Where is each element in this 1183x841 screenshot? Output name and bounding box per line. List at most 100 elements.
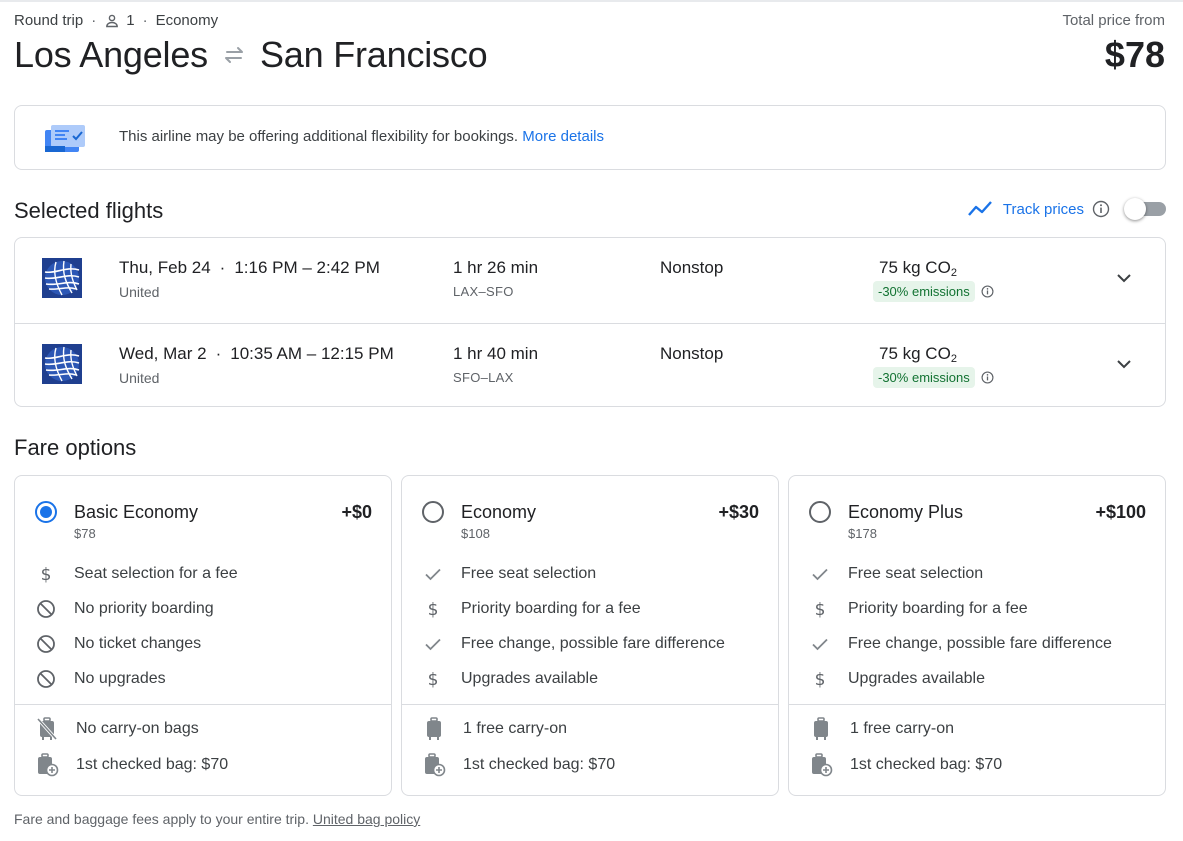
chevron-down-icon[interactable] <box>1114 268 1134 288</box>
carry-on-icon <box>422 717 446 741</box>
separator-dot: · <box>219 258 226 277</box>
fare-price-difference: +$30 <box>718 502 759 522</box>
svg-text:$: $ <box>428 670 439 689</box>
fare-divider <box>15 704 391 705</box>
info-icon[interactable] <box>981 371 994 384</box>
fare-price-difference: +$100 <box>1095 502 1146 522</box>
dollar-icon: $ <box>35 563 57 585</box>
svg-text:$: $ <box>41 565 52 584</box>
fare-feature: $ Priority boarding for a fee <box>789 597 1165 621</box>
track-prices: Track prices <box>967 198 1166 220</box>
person-icon <box>106 14 119 27</box>
baggage-item: 1st checked bag: $70 <box>789 752 1165 778</box>
flight-stops: Nonstop <box>660 258 724 277</box>
fare-radio-button[interactable] <box>809 501 831 523</box>
fare-feature-label: No priority boarding <box>74 600 214 617</box>
fare-feature: Free seat selection <box>402 562 778 586</box>
checked-bag-icon <box>809 753 833 777</box>
co2-subscript: 2 <box>950 353 957 365</box>
fare-card-economy-plus[interactable]: Economy Plus $178 +$100 Free seat selection… <box>788 475 1166 796</box>
fare-feature-label: Free change, possible fare difference <box>848 635 1112 652</box>
svg-text:$: $ <box>815 670 826 689</box>
flight-duration: 1 hr 26 min <box>453 258 539 277</box>
co2-amount: 75 kg CO2 <box>879 258 957 279</box>
fare-divider <box>402 704 778 705</box>
banner-message: This airline may be offering additional … <box>119 128 519 145</box>
fare-footer: Fare and baggage fees apply to your enti… <box>14 811 420 827</box>
baggage-label: No carry-on bags <box>76 720 199 737</box>
flight-schedule: Thu, Feb 24 · 1:16 PM – 2:42 PM <box>119 258 380 278</box>
fare-radio-button[interactable] <box>422 501 444 523</box>
chevron-down-icon[interactable] <box>1114 354 1134 374</box>
baggage-item: 1 free carry-on <box>402 716 778 742</box>
dollar-icon: $ <box>422 668 444 690</box>
flight-times: 10:35 AM – 12:15 PM <box>230 344 394 363</box>
check-icon <box>422 633 444 655</box>
checked-bag-icon <box>422 753 446 777</box>
co2-value: 75 kg CO <box>879 344 951 363</box>
fare-card-economy[interactable]: Economy $108 +$30 Free seat selection $ Prior… <box>401 475 779 796</box>
fare-card-basic-economy[interactable]: Basic Economy $78 +$0 $ Seat selection for a… <box>14 475 392 796</box>
passenger-number: 1 <box>126 12 135 29</box>
fare-feature-label: No upgrades <box>74 670 166 687</box>
block-icon <box>35 633 57 655</box>
bag-policy-link[interactable]: United bag policy <box>313 811 420 827</box>
selected-flights-list: Thu, Feb 24 · 1:16 PM – 2:42 PM United 1… <box>14 237 1166 407</box>
banner-text: This airline may be offering additional … <box>119 128 604 145</box>
fare-price: $108 <box>461 526 490 541</box>
track-prices-label[interactable]: Track prices <box>1003 201 1084 218</box>
carry-on-icon <box>809 717 833 741</box>
fare-radio-button[interactable] <box>35 501 57 523</box>
baggage-label: 1st checked bag: $70 <box>76 756 229 773</box>
fare-feature-label: No ticket changes <box>74 635 202 652</box>
flight-airports: LAX–SFO <box>453 284 514 299</box>
flight-airports: SFO–LAX <box>453 370 514 385</box>
fare-feature: $ Seat selection for a fee <box>15 562 391 586</box>
separator-dot: · <box>91 12 97 29</box>
separator-dot: · <box>215 344 222 363</box>
check-icon <box>809 633 831 655</box>
flight-stops: Nonstop <box>660 344 724 363</box>
svg-text:$: $ <box>428 600 439 619</box>
footer-text: Fare and baggage fees apply to your enti… <box>14 811 309 827</box>
emissions-badge: -30% emissions <box>873 367 975 388</box>
co2-amount: 75 kg CO2 <box>879 344 957 365</box>
fare-price-difference: +$0 <box>341 502 372 522</box>
fare-name: Basic Economy <box>74 502 199 522</box>
baggage-item: 1 free carry-on <box>789 716 1165 742</box>
svg-text:$: $ <box>815 600 826 619</box>
flight-row-outbound[interactable]: Thu, Feb 24 · 1:16 PM – 2:42 PM United 1… <box>15 238 1165 322</box>
baggage-item: No carry-on bags <box>15 716 391 742</box>
flight-duration: 1 hr 40 min <box>453 344 539 363</box>
fare-feature-label: Upgrades available <box>848 670 985 687</box>
fare-feature-label: Priority boarding for a fee <box>848 600 1028 617</box>
flight-date: Thu, Feb 24 <box>119 258 211 277</box>
fare-feature-label: Seat selection for a fee <box>74 565 238 582</box>
co2-value: 75 kg CO <box>879 258 951 277</box>
more-details-link[interactable]: More details <box>522 128 604 145</box>
fare-feature: Free change, possible fare difference <box>789 632 1165 656</box>
fare-name: Economy <box>461 502 537 522</box>
check-icon <box>809 563 831 585</box>
block-icon <box>35 668 57 690</box>
total-price-label: Total price from <box>1062 12 1165 29</box>
fare-feature-label: Free seat selection <box>848 565 984 582</box>
fare-feature: $ Upgrades available <box>789 667 1165 691</box>
co2-subscript: 2 <box>950 267 957 279</box>
fare-price: $178 <box>848 526 877 541</box>
fare-feature: No priority boarding <box>15 597 391 621</box>
baggage-item: 1st checked bag: $70 <box>15 752 391 778</box>
baggage-item: 1st checked bag: $70 <box>402 752 778 778</box>
baggage-label: 1 free carry-on <box>850 720 955 737</box>
info-icon[interactable] <box>981 285 994 298</box>
block-icon <box>35 598 57 620</box>
check-icon <box>422 563 444 585</box>
track-prices-toggle[interactable] <box>1124 198 1166 220</box>
emissions-info: -30% emissions <box>873 281 994 302</box>
no-carry-on-icon <box>35 717 59 741</box>
flight-row-return[interactable]: Wed, Mar 2 · 10:35 AM – 12:15 PM United … <box>15 323 1165 407</box>
flight-date: Wed, Mar 2 <box>119 344 207 363</box>
info-icon[interactable] <box>1092 200 1110 218</box>
trend-icon <box>967 201 992 216</box>
top-divider <box>0 0 1183 2</box>
